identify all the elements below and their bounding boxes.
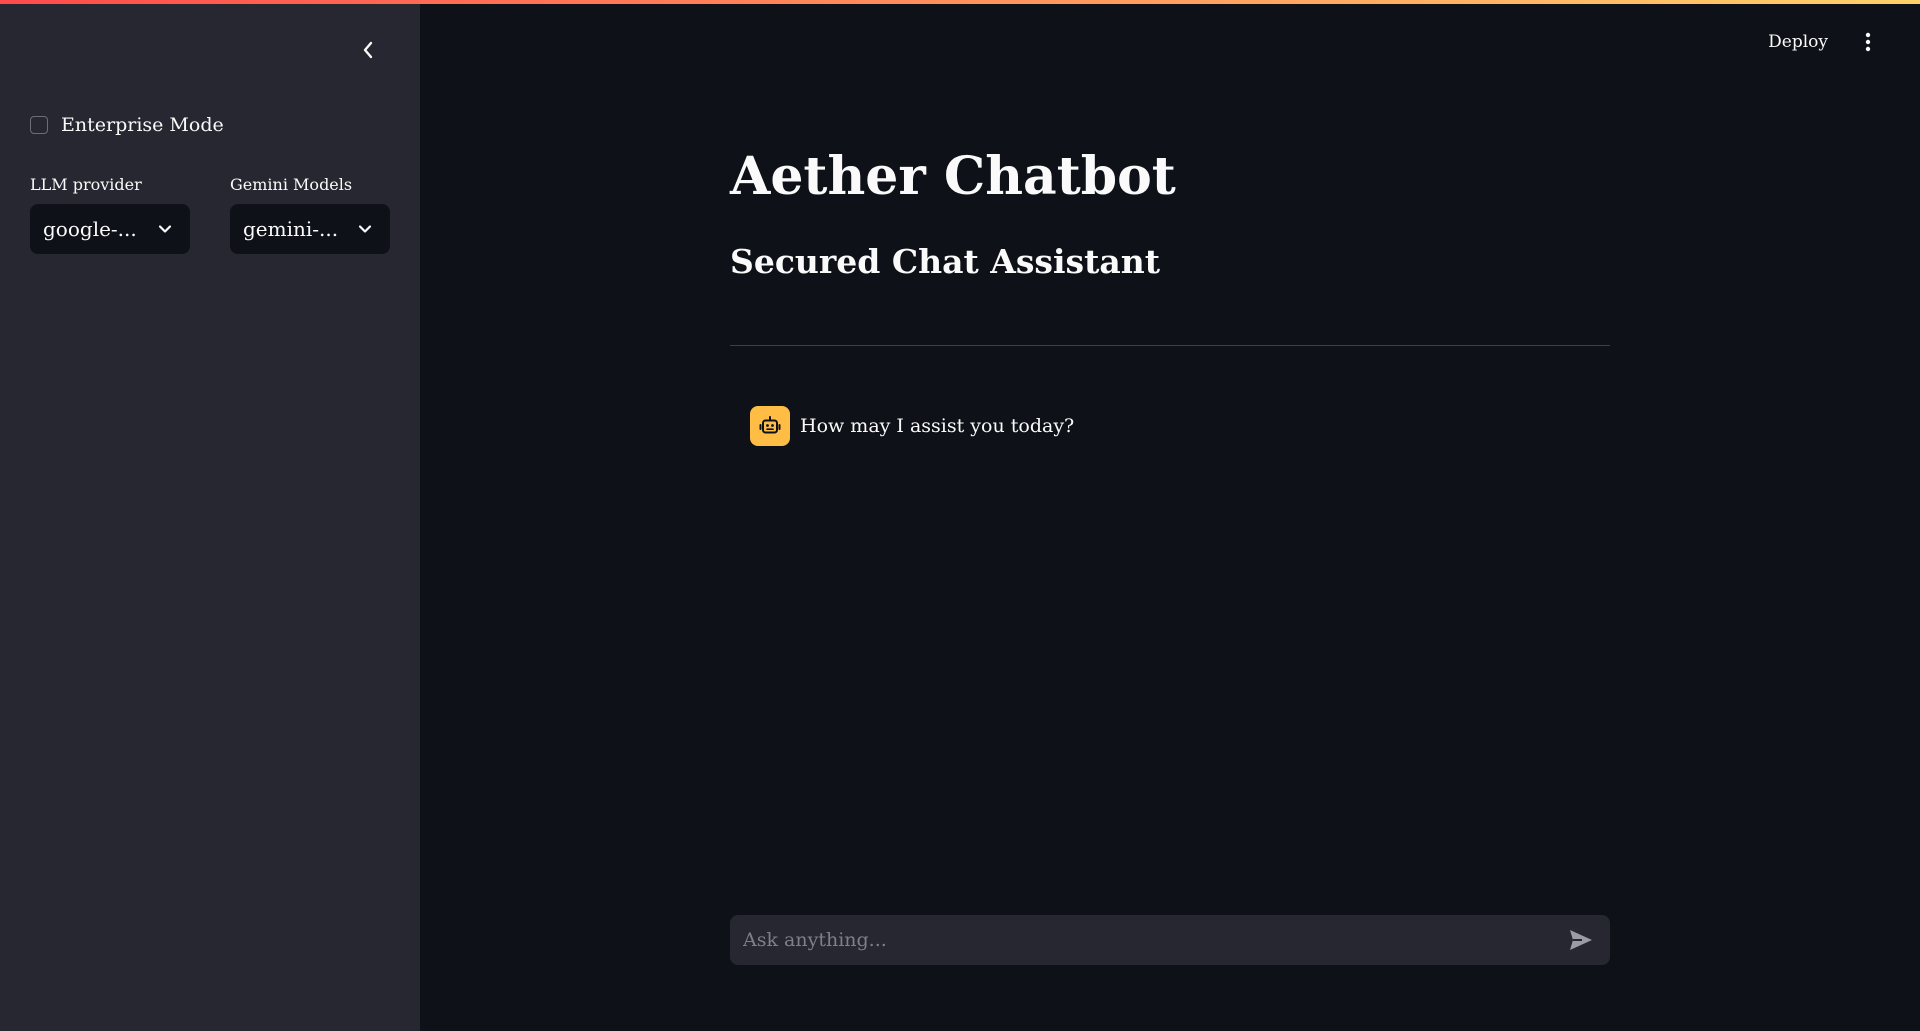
send-icon — [1570, 930, 1592, 950]
send-button[interactable] — [1566, 925, 1596, 955]
enterprise-mode-label: Enterprise Mode — [61, 114, 224, 136]
llm-provider-select[interactable]: google-... — [30, 204, 190, 254]
divider — [730, 345, 1610, 346]
page-title: Aether Chatbot — [730, 146, 1176, 207]
chevron-down-icon — [358, 225, 372, 233]
assistant-message: How may I assist you today? — [750, 406, 1074, 446]
page-subtitle: Secured Chat Assistant — [730, 242, 1160, 281]
deploy-button[interactable]: Deploy — [1768, 32, 1828, 52]
header-toolbar: Deploy — [1768, 30, 1920, 54]
main-menu-button[interactable] — [1858, 30, 1878, 54]
top-decoration-bar — [0, 0, 1920, 4]
gemini-models-group: Gemini Models gemini-... — [230, 175, 390, 254]
assistant-avatar — [750, 406, 790, 446]
main-content: Aether Chatbot Secured Chat Assistant Ho… — [730, 0, 1610, 1031]
enterprise-mode-checkbox[interactable]: Enterprise Mode — [30, 114, 224, 136]
gemini-models-select[interactable]: gemini-... — [230, 204, 390, 254]
llm-provider-group: LLM provider google-... — [30, 175, 190, 254]
chat-input-container — [730, 915, 1610, 965]
collapse-sidebar-button[interactable] — [356, 38, 380, 62]
chat-input[interactable] — [741, 928, 1566, 952]
robot-icon — [759, 416, 781, 434]
more-vertical-icon — [1865, 32, 1871, 52]
chevron-left-icon — [363, 41, 373, 59]
message-text: How may I assist you today? — [800, 415, 1075, 437]
gemini-models-label: Gemini Models — [230, 175, 353, 194]
llm-provider-value: google-... — [43, 217, 137, 241]
checkbox-box[interactable] — [30, 116, 48, 134]
gemini-models-value: gemini-... — [243, 217, 339, 241]
chevron-down-icon — [158, 225, 172, 233]
sidebar: Enterprise Mode LLM provider google-... … — [0, 0, 420, 1031]
llm-provider-label: LLM provider — [30, 175, 142, 194]
